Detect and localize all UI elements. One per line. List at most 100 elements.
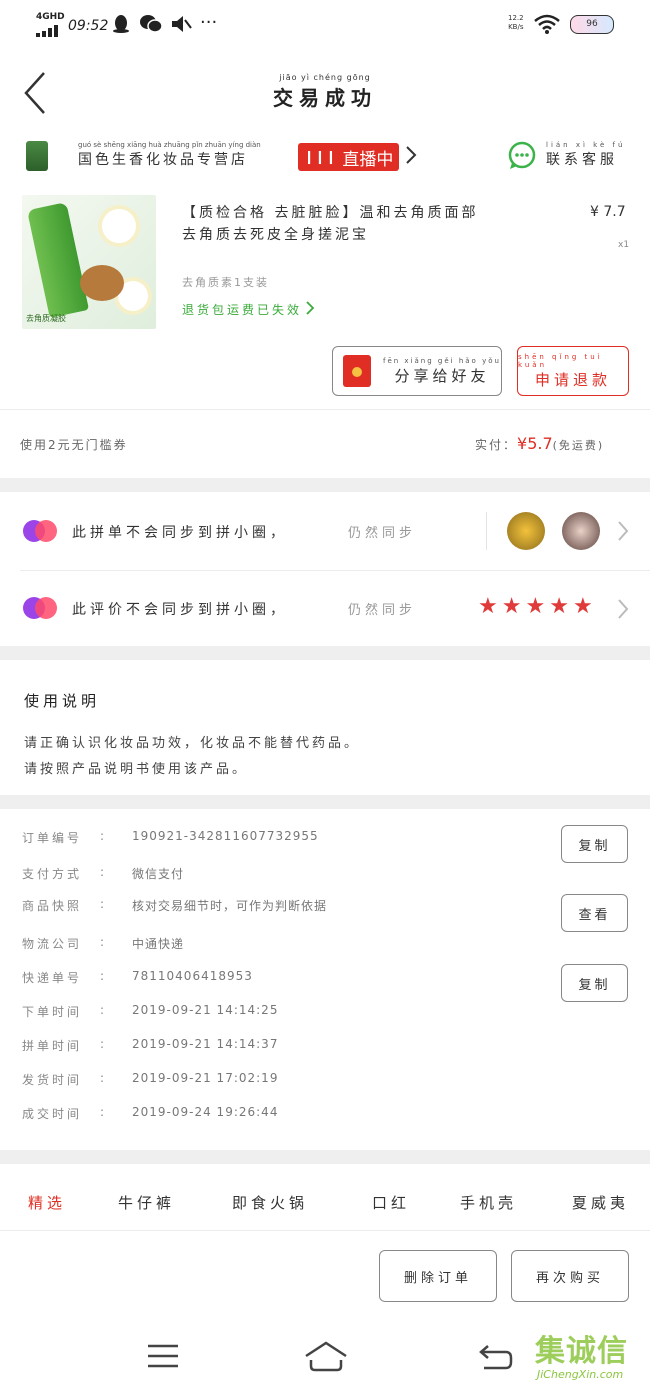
avatar xyxy=(507,512,545,550)
sync-order-text: 此拼单不会同步到拼小圈， xyxy=(72,525,288,541)
status-bar: 4GHD 09:52 ··· 12.2 KB/s 96 xyxy=(0,0,650,50)
store-name[interactable]: guó sè shēng xiāng huà zhuāng pǐn zhuān … xyxy=(78,141,293,169)
delete-order-label: 删除订单 xyxy=(403,1270,472,1286)
product-price: ¥ 7.7 xyxy=(590,204,626,220)
tab[interactable]: 夏威夷 xyxy=(572,1192,629,1213)
order-info-label: 发货时间 xyxy=(22,1073,83,1087)
sync-order-row[interactable]: 此拼单不会同步到拼小圈， 仍然同步 xyxy=(0,492,650,570)
menu-icon[interactable] xyxy=(146,1343,180,1373)
chat-icon[interactable] xyxy=(508,141,538,175)
pinxiaoquan-icon xyxy=(22,519,58,547)
order-info-value: 微信支付 xyxy=(132,867,185,881)
order-info-colon: : xyxy=(100,1071,108,1085)
usage-line1: 请正确认识化妆品功效，化妆品不能替代药品。 xyxy=(24,736,361,751)
page-title-text: 交易成功 xyxy=(273,86,377,110)
order-info-value: 2019-09-21 17:02:19 xyxy=(132,1071,279,1085)
order-info-value: 2019-09-21 14:14:25 xyxy=(132,1003,279,1017)
coupon-row: 使用2元无门槛券 实付：¥5.7(免运费) xyxy=(0,420,650,470)
sync-review-row[interactable]: 此评价不会同步到拼小圈， 仍然同步 ★ ★ ★ ★ ★ xyxy=(0,571,650,649)
share-label-wrap: fēn xiǎng gěi hǎo yǒu 分享给好友 xyxy=(383,357,501,386)
star-icon: ★ xyxy=(572,594,593,619)
network-speed: 12.2 KB/s xyxy=(508,14,524,32)
freight-notice[interactable]: 退货包运费已失效 xyxy=(182,300,315,319)
store-name-pinyin: guó sè shēng xiāng huà zhuāng pǐn zhuān … xyxy=(78,141,261,149)
star-icon: ★ xyxy=(525,594,546,619)
store-name-text: 国色生香化妆品专营店 xyxy=(78,152,248,168)
order-info-label: 订单编号 xyxy=(22,831,83,845)
rebuy-button[interactable]: 再次购买 xyxy=(511,1250,629,1302)
product-title-line1: 【质检合格 去脏脏脸】温和去角质面部 xyxy=(182,205,479,221)
store-row[interactable]: guó sè shēng xiāng huà zhuāng pǐn zhuān … xyxy=(0,135,650,180)
system-nav-bar: 集诚信 JiChengXin.com xyxy=(0,1318,650,1393)
refund-button[interactable]: shēn qǐng tuì kuǎn 申请退款 xyxy=(517,346,629,396)
wifi-icon xyxy=(534,14,560,38)
watermark-url: JiChengXin.com xyxy=(537,1368,624,1381)
network-indicator: 4GHD xyxy=(36,12,65,22)
order-info-colon: : xyxy=(100,1003,108,1017)
order-info-colon: : xyxy=(100,1105,108,1119)
paid-note: (免运费) xyxy=(552,439,605,452)
back-nav-icon[interactable] xyxy=(478,1342,514,1374)
sync-order-status[interactable]: 仍然同步 xyxy=(348,522,416,541)
chevron-right-icon[interactable] xyxy=(405,145,417,169)
spoon xyxy=(80,265,124,301)
copy-button[interactable]: 复制 xyxy=(561,825,628,863)
live-label: 直播中 xyxy=(342,149,394,170)
product-spec: 去角质素1支装 xyxy=(182,276,269,289)
copy-button[interactable]: 复制 xyxy=(561,964,628,1002)
contact-pinyin: lián xì kè fú xyxy=(546,141,626,149)
view-snapshot-button[interactable]: 查看 xyxy=(561,894,628,932)
page-title-pinyin: jiāo yì chéng gōng xyxy=(279,73,371,82)
chevron-right-icon[interactable] xyxy=(617,598,629,624)
live-badge[interactable]: ❙❙❙ 直播中 xyxy=(298,143,399,171)
watermark-brand: 集诚信 xyxy=(535,1334,628,1369)
tab[interactable]: 牛仔裤 xyxy=(118,1192,175,1213)
tab-selected[interactable]: 精选 xyxy=(28,1192,66,1213)
order-info-label: 成交时间 xyxy=(22,1107,83,1121)
usage-line2: 请按照产品说明书使用该产品。 xyxy=(24,762,249,777)
avatar xyxy=(562,512,600,550)
order-info-label: 拼单时间 xyxy=(22,1039,83,1053)
order-info-colon: : xyxy=(100,897,108,911)
battery-icon: 96 xyxy=(570,15,614,34)
product-title[interactable]: 【质检合格 去脏脏脸】温和去角质面部 去角质去死皮全身搓泥宝 xyxy=(182,202,552,246)
section-gap xyxy=(0,1150,650,1164)
back-icon[interactable] xyxy=(22,71,48,119)
tab[interactable]: 口红 xyxy=(372,1192,410,1213)
pinxiaoquan-icon xyxy=(22,596,58,624)
wechat-icon xyxy=(140,14,163,38)
signal-icon xyxy=(36,22,62,37)
chevron-right-green-icon xyxy=(306,300,315,319)
share-label: 分享给好友 xyxy=(394,366,490,385)
order-info: 订单编号:190921-342811607732955 复制 支付方式: 微信支付 商品… xyxy=(0,809,650,1149)
delete-order-button[interactable]: 删除订单 xyxy=(379,1250,497,1302)
order-info-colon: : xyxy=(100,865,108,879)
order-info-label: 下单时间 xyxy=(22,1005,83,1019)
section-gap xyxy=(0,795,650,809)
tab[interactable]: 手机壳 xyxy=(460,1192,517,1213)
page-title: jiāo yì chéng gōng 交易成功 xyxy=(225,73,425,111)
order-info-value: 190921-342811607732955 xyxy=(132,829,319,843)
order-info-value: 2019-09-21 14:14:37 xyxy=(132,1037,279,1051)
contact-service[interactable]: lián xì kè fú 联系客服 xyxy=(546,141,632,169)
sync-review-status[interactable]: 仍然同步 xyxy=(348,599,416,618)
order-info-value: 核对交易细节时，可作为判断依据 xyxy=(132,899,328,913)
order-info-label: 物流公司 xyxy=(22,937,83,951)
order-info-colon: : xyxy=(100,935,108,949)
product-card[interactable]: 去角质凝胶 【质检合格 去脏脏脸】温和去角质面部 去角质去死皮全身搓泥宝 ¥ 7… xyxy=(0,190,650,340)
freight-notice-text: 退货包运费已失效 xyxy=(182,303,303,317)
flower-1 xyxy=(102,209,136,243)
order-info-value: 78110406418953 xyxy=(132,969,253,983)
live-bars-icon: ❙❙❙ xyxy=(303,149,337,165)
share-button[interactable]: fēn xiǎng gěi hǎo yǒu 分享给好友 xyxy=(332,346,502,396)
home-icon[interactable] xyxy=(303,1340,349,1376)
header: jiāo yì chéng gōng 交易成功 xyxy=(0,55,650,130)
divider xyxy=(0,409,650,410)
red-envelope-icon xyxy=(343,355,371,387)
paid-amount: ¥5.7 xyxy=(517,434,553,453)
chevron-right-icon[interactable] xyxy=(617,520,629,546)
mute-icon xyxy=(170,14,192,38)
tab[interactable]: 即食火锅 xyxy=(232,1192,308,1213)
product-image[interactable]: 去角质凝胶 xyxy=(22,195,156,329)
order-info-colon: : xyxy=(100,829,108,843)
